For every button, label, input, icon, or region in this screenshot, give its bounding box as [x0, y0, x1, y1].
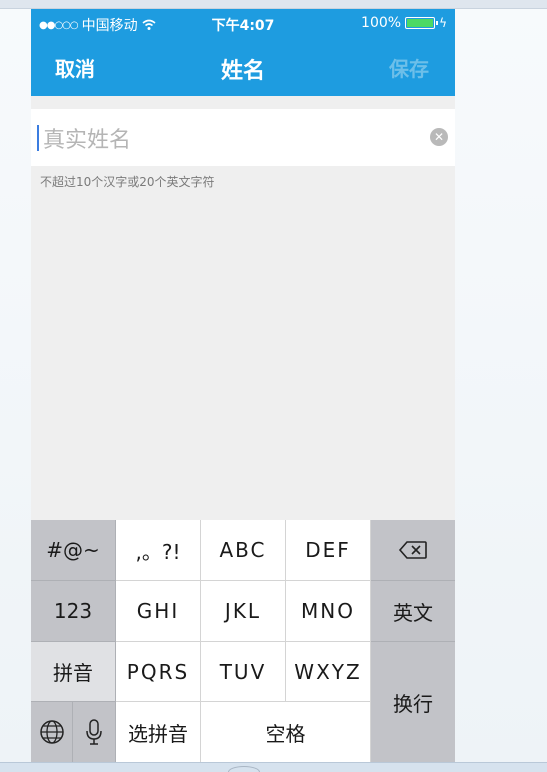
- battery-percent: 100%: [361, 15, 402, 31]
- window-bottom-bar: [0, 762, 547, 772]
- globe-icon: [39, 720, 64, 744]
- phone-screen: ●●○○○ 中国移动 下午4:07 100% ϟ 取消 姓名 保存 真实姓名 ✕…: [31, 9, 455, 762]
- key-pqrs[interactable]: PQRS: [116, 642, 201, 702]
- key-jkl[interactable]: JKL: [201, 581, 286, 642]
- globe-button[interactable]: [31, 702, 73, 762]
- key-select-pinyin[interactable]: 选拼音: [116, 702, 201, 762]
- key-wxyz[interactable]: WXYZ: [286, 642, 371, 702]
- text-cursor: [37, 125, 39, 151]
- return-button[interactable]: 换行: [371, 642, 455, 762]
- name-input-row[interactable]: 真实姓名: [31, 109, 455, 166]
- key-tuv[interactable]: TUV: [201, 642, 286, 702]
- save-button[interactable]: 保存: [389, 53, 429, 82]
- status-bar: ●●○○○ 中国移动 下午4:07 100% ϟ: [31, 9, 455, 37]
- microphone-button[interactable]: [73, 702, 116, 762]
- backspace-button[interactable]: [371, 520, 455, 581]
- space-button[interactable]: 空格: [201, 702, 371, 762]
- input-hint: 不超过10个汉字或20个英文字符: [40, 175, 215, 189]
- bottom-handle: [228, 766, 260, 772]
- battery-icon: [405, 17, 439, 29]
- clear-icon[interactable]: ✕: [430, 128, 448, 146]
- key-symbols[interactable]: #@~: [31, 520, 116, 581]
- backspace-icon: [398, 541, 427, 559]
- key-abc[interactable]: ABC: [201, 520, 286, 581]
- microphone-icon: [86, 719, 102, 745]
- keyboard: #@~ ,。?! ABC DEF 123 GHI JKL MNO 英文 拼音 P…: [31, 520, 455, 762]
- key-mno[interactable]: MNO: [286, 581, 371, 642]
- key-punctuation[interactable]: ,。?!: [116, 520, 201, 581]
- name-input[interactable]: 真实姓名: [43, 122, 131, 154]
- navigation-bar: ●●○○○ 中国移动 下午4:07 100% ϟ 取消 姓名 保存: [31, 9, 455, 96]
- key-english[interactable]: 英文: [371, 581, 455, 642]
- key-def[interactable]: DEF: [286, 520, 371, 581]
- key-ghi[interactable]: GHI: [116, 581, 201, 642]
- window-top-bar: [0, 0, 547, 9]
- key-numbers[interactable]: 123: [31, 581, 116, 642]
- status-right: 100% ϟ: [361, 15, 447, 31]
- charging-icon: ϟ: [439, 16, 447, 30]
- key-pinyin[interactable]: 拼音: [31, 642, 116, 702]
